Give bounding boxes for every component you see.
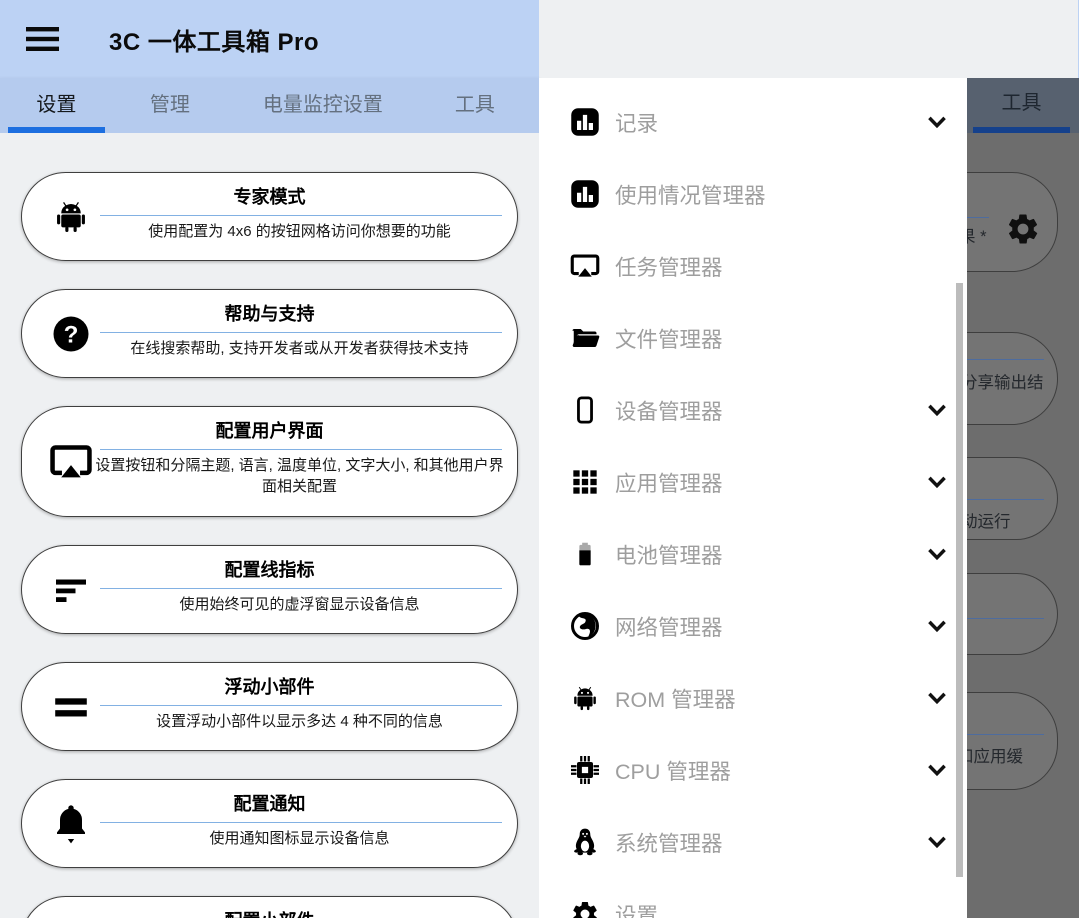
bar-chart-icon (570, 107, 600, 137)
menu-item-label: 设置 (615, 899, 658, 918)
globe-icon (570, 611, 600, 641)
dropdown-menu: 记录 使用情况管理器 (539, 78, 967, 918)
android-icon (48, 197, 94, 237)
card-title: 配置线指标 (22, 557, 517, 583)
card-help-support[interactable]: ? 帮助与支持 在线搜索帮助, 支持开发者或从开发者获得技术支持 (21, 289, 518, 378)
app-screen: 3C 一体工具箱 Pro 设置 管理 电量监控设置 工具 (0, 0, 1079, 918)
card-description: 使用通知图标显示设备信息 (94, 828, 505, 849)
menu-scrollbar[interactable] (956, 283, 963, 877)
menu-item-label: 任务管理器 (615, 251, 723, 282)
dim-tab-tools: 工具 (973, 78, 1070, 128)
menu-item-system-manager[interactable]: 系统管理器 (539, 806, 967, 878)
hamburger-menu-button[interactable] (25, 22, 59, 56)
chevron-down-icon[interactable] (924, 541, 950, 567)
tab-manage[interactable]: 管理 (105, 78, 235, 133)
chevron-down-icon[interactable] (924, 757, 950, 783)
dim-fragment-text: 分享输出结 (961, 369, 1044, 393)
card-description: 设置按钮和分隔主题, 语言, 温度单位, 文字大小, 和其他用户界面相关配置 (94, 455, 505, 497)
chevron-down-icon[interactable] (924, 829, 950, 855)
card-description: 在线搜索帮助, 支持开发者或从开发者获得技术支持 (94, 338, 505, 359)
menu-item-rom-manager[interactable]: ROM 管理器 (539, 662, 967, 734)
menu-item-label: 记录 (615, 107, 658, 138)
card-expert-mode[interactable]: 专家模式 使用配置为 4x6 的按钮网格访问你想要的功能 (21, 172, 518, 261)
floating-bars-icon (48, 692, 94, 722)
gear-icon (570, 899, 600, 918)
card-title: 专家模式 (22, 184, 517, 210)
menu-item-label: ROM 管理器 (615, 683, 736, 714)
card-description: 设置浮动小部件以显示多达 4 种不同的信息 (94, 711, 505, 732)
divider (100, 822, 502, 823)
gear-icon (1005, 211, 1041, 247)
card-title: 配置用户界面 (22, 418, 517, 444)
left-header: 3C 一体工具箱 Pro (0, 0, 539, 78)
menu-item-records[interactable]: 记录 (539, 86, 967, 158)
menu-item-settings[interactable]: 设置 (539, 878, 967, 918)
left-app-title: 3C 一体工具箱 Pro (109, 22, 319, 57)
tab-tools[interactable]: 工具 (411, 78, 539, 133)
menu-item-label: 网络管理器 (615, 611, 723, 642)
card-configure-ui[interactable]: 配置用户界面 设置按钮和分隔主题, 语言, 温度单位, 文字大小, 和其他用户界… (21, 406, 518, 517)
tab-settings[interactable]: 设置 (8, 78, 105, 133)
chevron-down-icon[interactable] (924, 397, 950, 423)
svg-text:?: ? (64, 321, 79, 348)
cast-screen-icon (570, 251, 600, 281)
card-title: 配置通知 (22, 791, 517, 817)
chevron-down-icon[interactable] (924, 613, 950, 639)
menu-item-device-manager[interactable]: 设备管理器 (539, 374, 967, 446)
card-title: 帮助与支持 (22, 301, 517, 327)
divider (100, 588, 502, 589)
card-title: 配置小部件 (22, 908, 517, 918)
penguin-icon (570, 827, 600, 857)
card-floating-widgets[interactable]: 浮动小部件 设置浮动小部件以显示多达 4 种不同的信息 (21, 662, 518, 751)
left-pane: 3C 一体工具箱 Pro 设置 管理 电量监控设置 工具 (0, 0, 539, 918)
menu-item-label: 系统管理器 (615, 827, 723, 858)
card-title: 浮动小部件 (22, 674, 517, 700)
chevron-down-icon[interactable] (924, 469, 950, 495)
dim-tab-underline (973, 127, 1070, 133)
android-icon (570, 683, 600, 713)
card-configure-notifications[interactable]: 配置通知 使用通知图标显示设备信息 (21, 779, 518, 868)
smartphone-icon (570, 395, 600, 425)
left-tab-bar: 设置 管理 电量监控设置 工具 (0, 78, 539, 133)
line-indicator-icon (48, 572, 94, 608)
menu-item-cpu-manager[interactable]: CPU 管理器 (539, 734, 967, 806)
divider (100, 705, 502, 706)
divider (100, 215, 502, 216)
folder-open-icon (570, 323, 600, 353)
menu-item-label: CPU 管理器 (615, 755, 731, 786)
dim-fragment-text: 动运行 (961, 508, 1011, 532)
card-line-indicators[interactable]: 配置线指标 使用始终可见的虚浮窗显示设备信息 (21, 545, 518, 634)
menu-item-file-manager[interactable]: 文件管理器 (539, 302, 967, 374)
cpu-icon (570, 755, 600, 785)
left-settings-list: 专家模式 使用配置为 4x6 的按钮网格访问你想要的功能 ? 帮助与支持 在线搜… (0, 133, 539, 918)
card-configure-widgets[interactable]: 配置小部件 (21, 896, 518, 918)
menu-item-label: 使用情况管理器 (615, 179, 766, 210)
menu-item-app-manager[interactable]: 应用管理器 (539, 446, 967, 518)
right-pane: 3C 一体工具箱 Pro 工具 果 * (539, 0, 1079, 918)
hamburger-icon (26, 25, 59, 53)
card-description: 使用配置为 4x6 的按钮网格访问你想要的功能 (94, 221, 505, 242)
menu-item-task-manager[interactable]: 任务管理器 (539, 230, 967, 302)
battery-icon (570, 539, 600, 569)
chevron-down-icon[interactable] (924, 685, 950, 711)
menu-item-network-manager[interactable]: 网络管理器 (539, 590, 967, 662)
divider (100, 449, 502, 450)
tab-battery-monitor[interactable]: 电量监控设置 (235, 78, 411, 133)
apps-grid-icon (570, 467, 600, 497)
bell-icon (48, 802, 94, 846)
card-description: 使用始终可见的虚浮窗显示设备信息 (94, 594, 505, 615)
menu-item-label: 设备管理器 (615, 395, 723, 426)
bar-chart-icon (570, 179, 600, 209)
menu-item-usage-manager[interactable]: 使用情况管理器 (539, 158, 967, 230)
menu-item-label: 电池管理器 (615, 539, 723, 570)
menu-item-label: 应用管理器 (615, 467, 723, 498)
divider (100, 332, 502, 333)
cast-screen-icon (48, 443, 94, 481)
chevron-down-icon[interactable] (924, 109, 950, 135)
help-icon: ? (48, 314, 94, 354)
right-body: 工具 果 * 分享输出结 (539, 78, 1079, 918)
menu-item-label: 文件管理器 (615, 323, 723, 354)
menu-item-battery-manager[interactable]: 电池管理器 (539, 518, 967, 590)
